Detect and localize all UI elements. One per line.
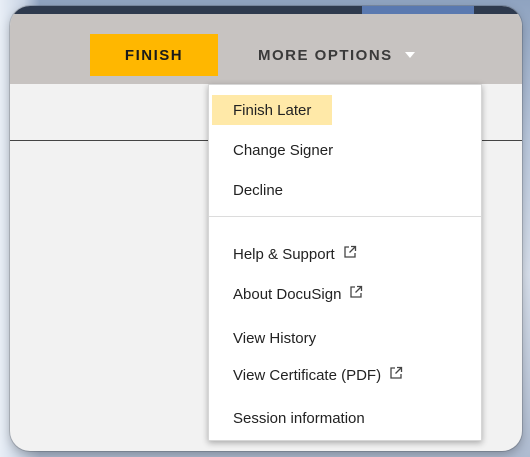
more-options-label: MORE OPTIONS (258, 46, 393, 64)
menu-item-label: Change Signer (233, 141, 334, 159)
menu-divider (209, 216, 481, 217)
menu-item-about-docusign[interactable]: About DocuSign (212, 279, 384, 309)
menu-item-label: Finish Later (233, 101, 312, 119)
menu-item-decline[interactable]: Decline (212, 175, 304, 205)
more-options-button[interactable]: MORE OPTIONS (248, 34, 425, 76)
menu-item-label: Session information (233, 409, 365, 427)
app-window: FINISH MORE OPTIONS Finish Later Change … (10, 6, 522, 451)
menu-item-label: View Certificate (PDF) (233, 366, 382, 384)
menu-item-label: View History (233, 329, 317, 347)
top-strip (10, 6, 522, 14)
menu-item-label: About DocuSign (233, 285, 342, 303)
toolbar: FINISH MORE OPTIONS (10, 14, 522, 84)
external-link-icon (344, 245, 356, 258)
finish-button[interactable]: FINISH (90, 34, 218, 76)
menu-item-view-history[interactable]: View History (212, 323, 337, 353)
external-link-icon (350, 285, 363, 298)
external-link-icon (390, 366, 403, 379)
menu-item-session-information[interactable]: Session information (212, 403, 386, 433)
menu-item-label: Decline (233, 181, 284, 199)
top-strip-highlight (362, 6, 474, 14)
caret-down-icon (404, 52, 415, 58)
menu-item-view-certificate[interactable]: View Certificate (PDF) (212, 360, 424, 390)
menu-item-finish-later[interactable]: Finish Later (212, 95, 333, 125)
menu-item-label: Help & Support (233, 245, 335, 263)
menu-item-change-signer[interactable]: Change Signer (212, 135, 354, 165)
more-options-menu: Finish Later Change Signer Decline Help … (208, 84, 482, 441)
menu-item-help-support[interactable]: Help & Support (212, 239, 378, 269)
